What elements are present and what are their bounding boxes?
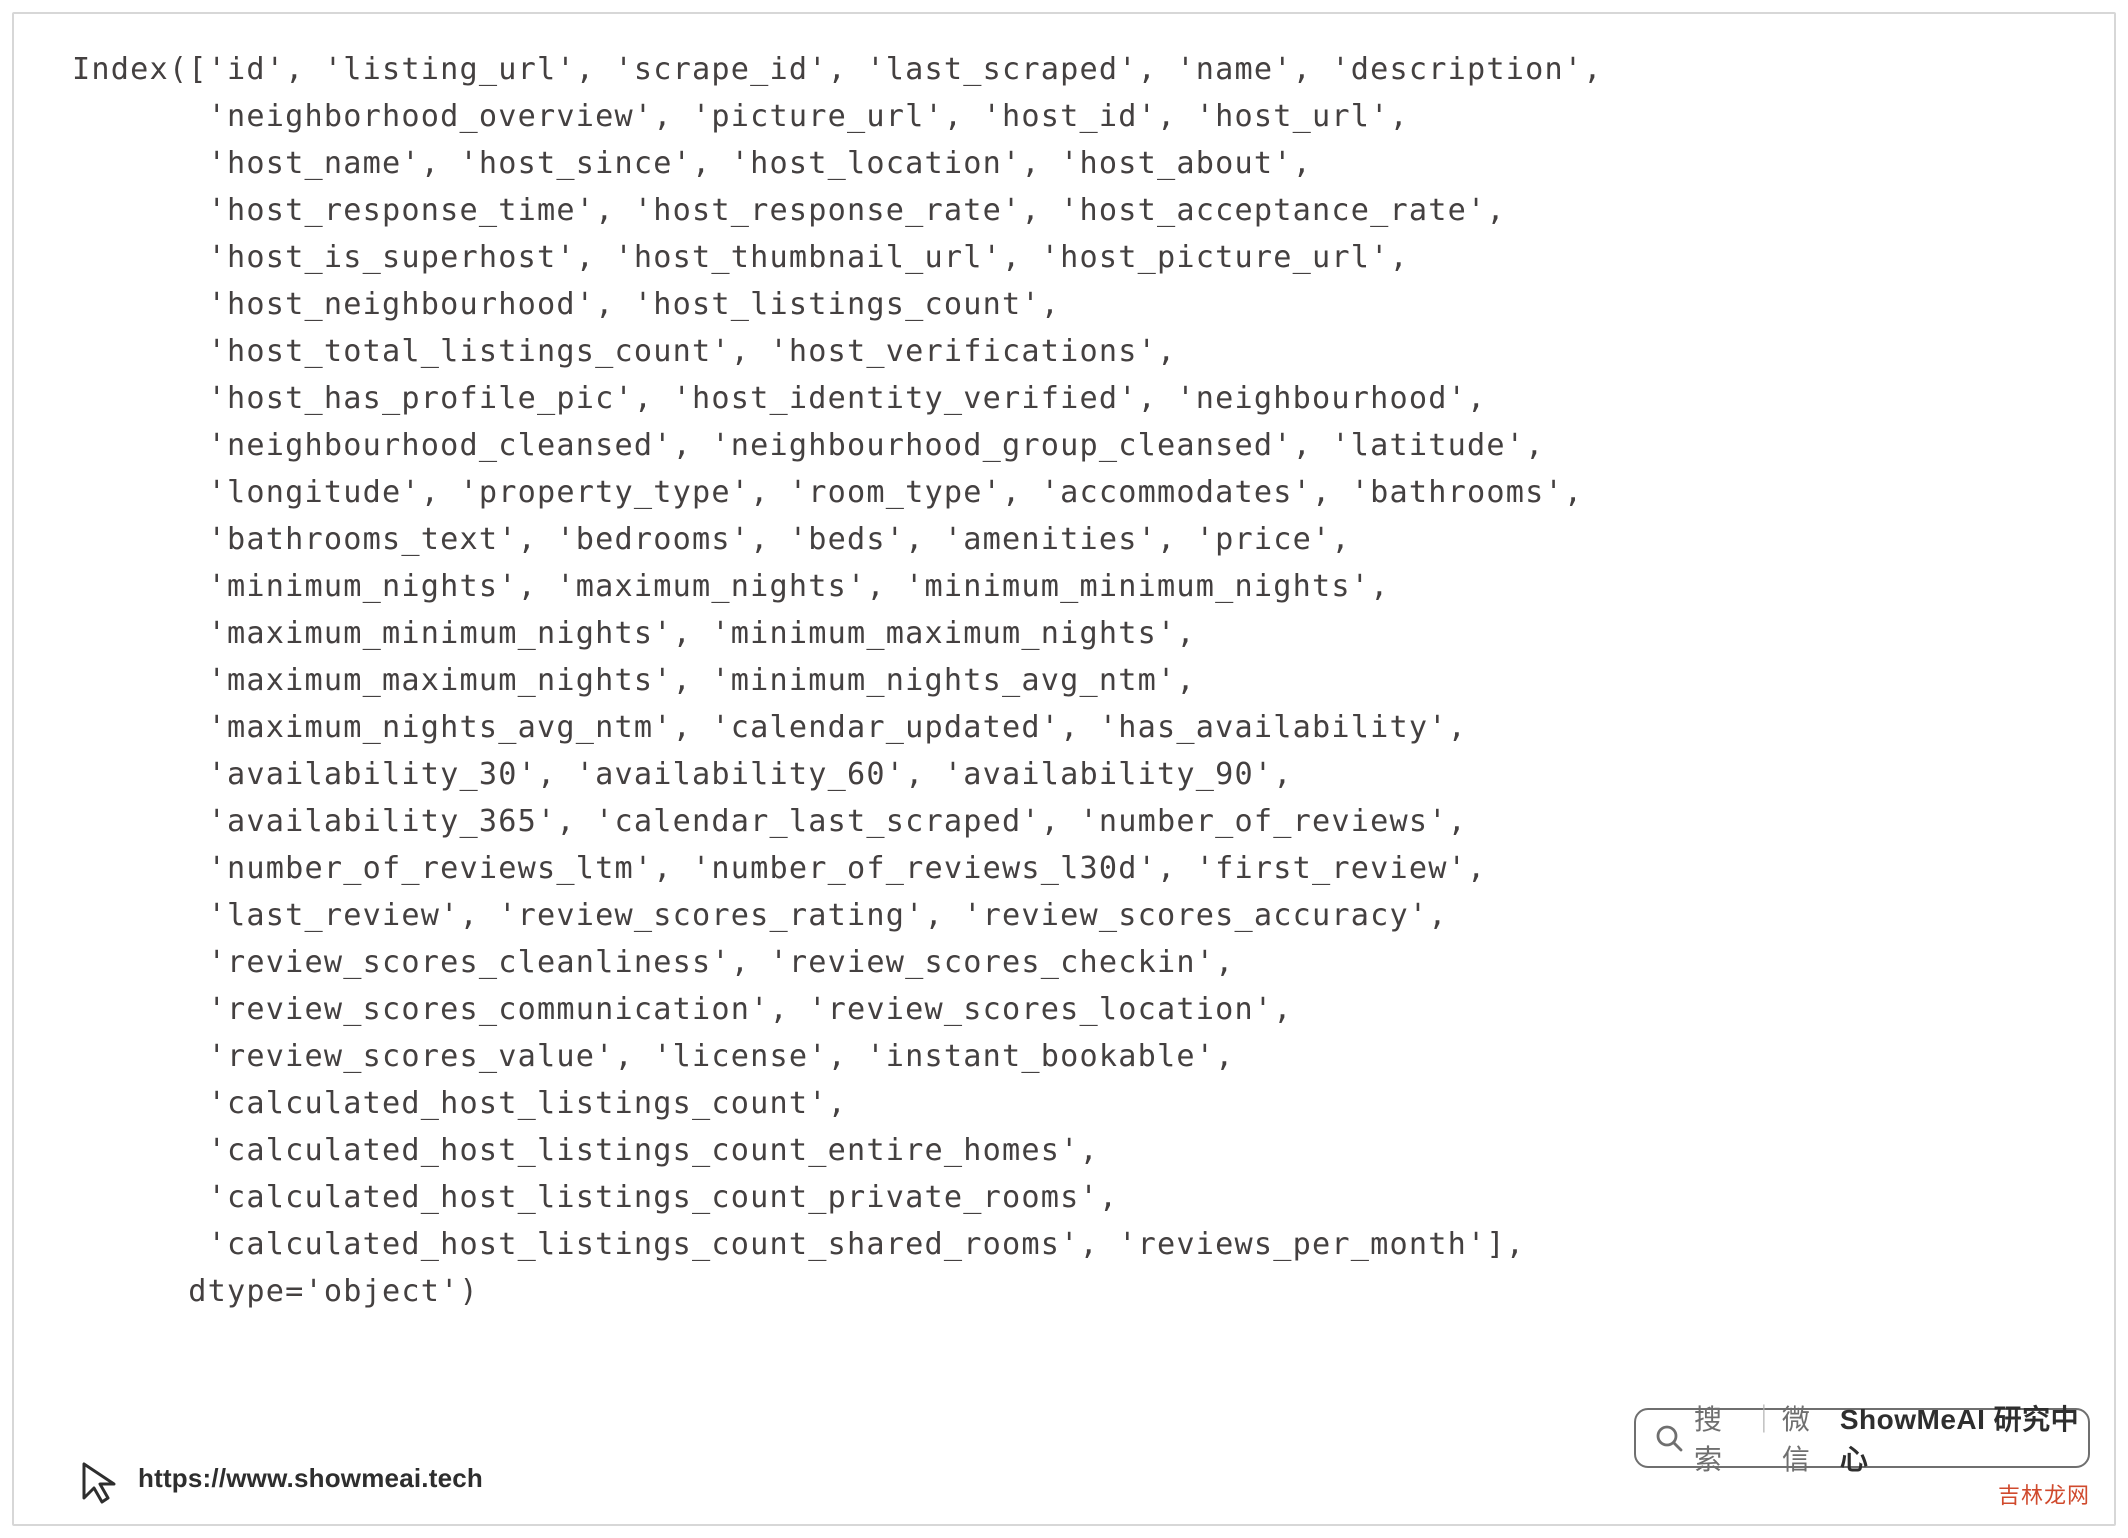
search-icon (1654, 1423, 1684, 1453)
code-output: Index(['id', 'listing_url', 'scrape_id',… (72, 46, 2092, 1315)
pill-search-label: 搜索 (1694, 1398, 1746, 1478)
search-pill[interactable]: 搜索 ｜ 微信 ShowMeAI 研究中心 (1634, 1408, 2090, 1468)
corner-brand: 吉林龙网 (1998, 1478, 2090, 1510)
pill-wechat-label: 微信 (1782, 1398, 1834, 1478)
pill-divider: ｜ (1750, 1398, 1778, 1438)
footer-url: https://www.showmeai.tech (138, 1463, 483, 1494)
search-pill-text: 搜索 ｜ 微信 ShowMeAI 研究中心 (1694, 1398, 2088, 1478)
cursor-icon (70, 1454, 126, 1510)
pill-brand: ShowMeAI 研究中心 (1840, 1398, 2088, 1478)
